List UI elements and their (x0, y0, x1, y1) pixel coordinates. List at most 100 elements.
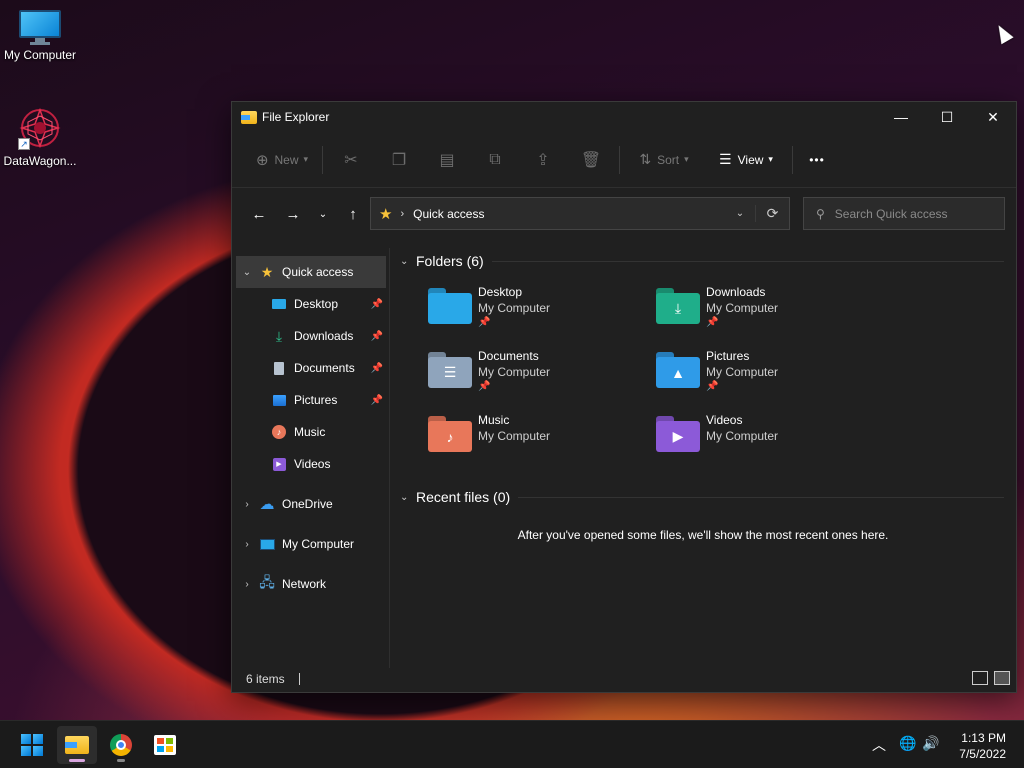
rename-button[interactable]: ⧉ (471, 144, 519, 176)
sort-button[interactable]: ⇅ Sort ▾ (624, 144, 704, 176)
sidebar-item-documents[interactable]: Documents 📌 (232, 352, 389, 384)
running-indicator (117, 759, 125, 762)
globe-network-icon[interactable]: 🌐 (899, 735, 916, 752)
monitor-icon (258, 536, 276, 552)
download-icon: ⤓ (275, 327, 283, 344)
sidebar-item-videos[interactable]: ▶ Videos (232, 448, 389, 480)
toolbar-separator (619, 145, 620, 174)
view-button[interactable]: ☰ View ▾ (704, 144, 788, 176)
sidebar-item-downloads[interactable]: ⤓ Downloads 📌 (232, 320, 389, 352)
arrow-up-icon: ↑ (349, 205, 357, 223)
chevron-down-icon: ▾ (684, 154, 689, 164)
sidebar-item-desktop[interactable]: Desktop 📌 (232, 288, 389, 320)
maximize-button[interactable]: ☐ (924, 102, 970, 132)
datawagon-logo-icon: ↗ (18, 106, 62, 150)
trash-icon: 🗑 (580, 151, 602, 169)
sidebar-item-music[interactable]: ♪ Music (232, 416, 389, 448)
sidebar-item-label: Desktop (294, 297, 339, 311)
pin-icon: 📌 (478, 317, 491, 328)
folder-tile-downloads[interactable]: ⤓ Downloads My Computer 📌 (656, 284, 884, 348)
sidebar-item-label: Downloads (294, 329, 354, 343)
folder-name: Documents (478, 349, 539, 363)
new-button[interactable]: ⊕ New ▾ (246, 144, 318, 176)
monitor-icon (19, 10, 61, 45)
minimize-button[interactable]: — (878, 102, 924, 132)
paste-button[interactable]: ▤ (423, 144, 471, 176)
music-icon: ♪ (270, 424, 288, 440)
sidebar-item-label: My Computer (282, 537, 355, 551)
folder-name: Pictures (706, 349, 750, 363)
close-button[interactable]: ✕ (970, 102, 1016, 132)
breadcrumb-quick-access[interactable]: Quick access (413, 207, 725, 221)
system-clock[interactable]: 1:13 PM 7/5/2022 (959, 730, 1006, 762)
folder-tile-documents[interactable]: ☰ Documents My Computer 📌 (428, 348, 656, 412)
chevron-right-icon[interactable]: › (236, 539, 258, 550)
clock-time: 1:13 PM (961, 731, 1006, 745)
file-explorer-icon (241, 110, 257, 124)
taskbar-file-explorer[interactable] (57, 726, 97, 764)
refresh-button[interactable]: ⟳ (755, 205, 789, 222)
back-button[interactable]: ← (242, 199, 276, 229)
folder-name: Downloads (706, 285, 766, 299)
folder-name: Desktop (478, 285, 523, 299)
address-dropdown-button[interactable]: ⌄ (725, 208, 755, 219)
videos-folder-icon: ▶ (656, 416, 700, 452)
windows-logo-icon (21, 734, 43, 756)
status-divider (298, 673, 300, 685)
sidebar-item-my-computer[interactable]: › My Computer (232, 528, 389, 560)
large-icons-view-button[interactable] (994, 671, 1010, 685)
search-input[interactable] (834, 206, 985, 221)
up-button[interactable]: ↑ (336, 199, 370, 229)
chevron-right-icon[interactable]: › (236, 579, 258, 590)
command-bar: ⊕ New ▾ ✂ ❐ ▤ ⧉ ⇪ 🗑 ⇅ Sort ▾ ☰ View ▾ ••… (232, 132, 1016, 188)
divider (491, 260, 1004, 262)
chevron-down-icon[interactable]: ⌄ (400, 492, 416, 503)
folder-tile-desktop[interactable]: Desktop My Computer 📌 (428, 284, 656, 348)
start-button[interactable] (12, 726, 52, 764)
recent-locations-button[interactable]: ⌄ (310, 199, 336, 229)
copy-button[interactable]: ❐ (375, 144, 423, 176)
title-bar[interactable]: File Explorer — ☐ ✕ (232, 102, 1016, 132)
pin-icon: 📌 (370, 394, 383, 406)
folder-location: My Computer (706, 429, 779, 443)
sidebar-item-onedrive[interactable]: › ☁ OneDrive (232, 488, 389, 520)
address-bar[interactable]: ★ › Quick access ⌄ ⟳ (370, 197, 790, 230)
divider (518, 496, 1004, 498)
taskbar-store[interactable] (145, 726, 185, 764)
share-icon: ⇪ (536, 151, 550, 169)
sidebar-item-network[interactable]: › 🖧 Network (232, 568, 389, 600)
desktop-icon-datawagon[interactable]: ↗ DataWagon... (0, 106, 80, 168)
toolbar-separator (792, 145, 793, 174)
cloud-icon: ☁ (259, 496, 275, 513)
folders-group-header[interactable]: ⌄ Folders (6) (392, 248, 1014, 274)
taskbar-chrome[interactable] (101, 726, 141, 764)
sort-label: Sort (657, 152, 680, 167)
sidebar-item-label: Videos (294, 457, 331, 471)
chevron-right-icon[interactable]: › (236, 499, 258, 510)
folder-location: My Computer (478, 301, 551, 315)
chevron-down-icon[interactable]: ⌄ (236, 267, 258, 278)
delete-button[interactable]: 🗑 (567, 144, 615, 176)
search-box[interactable]: ⚲ (803, 197, 1005, 230)
desktop-icon-my-computer[interactable]: My Computer (0, 10, 80, 62)
chevron-down-icon[interactable]: ⌄ (400, 256, 416, 267)
document-icon (270, 360, 288, 376)
folder-tile-videos[interactable]: ▶ Videos My Computer (656, 412, 884, 476)
folder-tile-music[interactable]: ♪ Music My Computer (428, 412, 656, 476)
sidebar-item-pictures[interactable]: Pictures 📌 (232, 384, 389, 416)
cut-button[interactable]: ✂ (327, 144, 375, 176)
details-view-button[interactable] (972, 671, 988, 685)
chevron-down-icon: ▾ (768, 154, 773, 164)
sidebar-item-quick-access[interactable]: ⌄ ★ Quick access (236, 256, 386, 288)
clipboard-icon: ▤ (439, 151, 455, 169)
forward-button[interactable]: → (276, 199, 310, 229)
volume-icon[interactable]: 🔊 (922, 735, 939, 752)
see-more-button[interactable]: ••• (797, 144, 837, 176)
recent-files-group-header[interactable]: ⌄ Recent files (0) (392, 484, 1014, 510)
music-folder-icon: ♪ (428, 416, 472, 452)
new-label: New (274, 152, 299, 167)
folder-tile-pictures[interactable]: ▲ Pictures My Computer 📌 (656, 348, 884, 412)
show-hidden-icons-button[interactable]: ︿ (872, 735, 886, 755)
file-explorer-window: File Explorer — ☐ ✕ ⊕ New ▾ ✂ ❐ ▤ ⧉ ⇪ 🗑 … (231, 101, 1017, 693)
share-button[interactable]: ⇪ (519, 144, 567, 176)
